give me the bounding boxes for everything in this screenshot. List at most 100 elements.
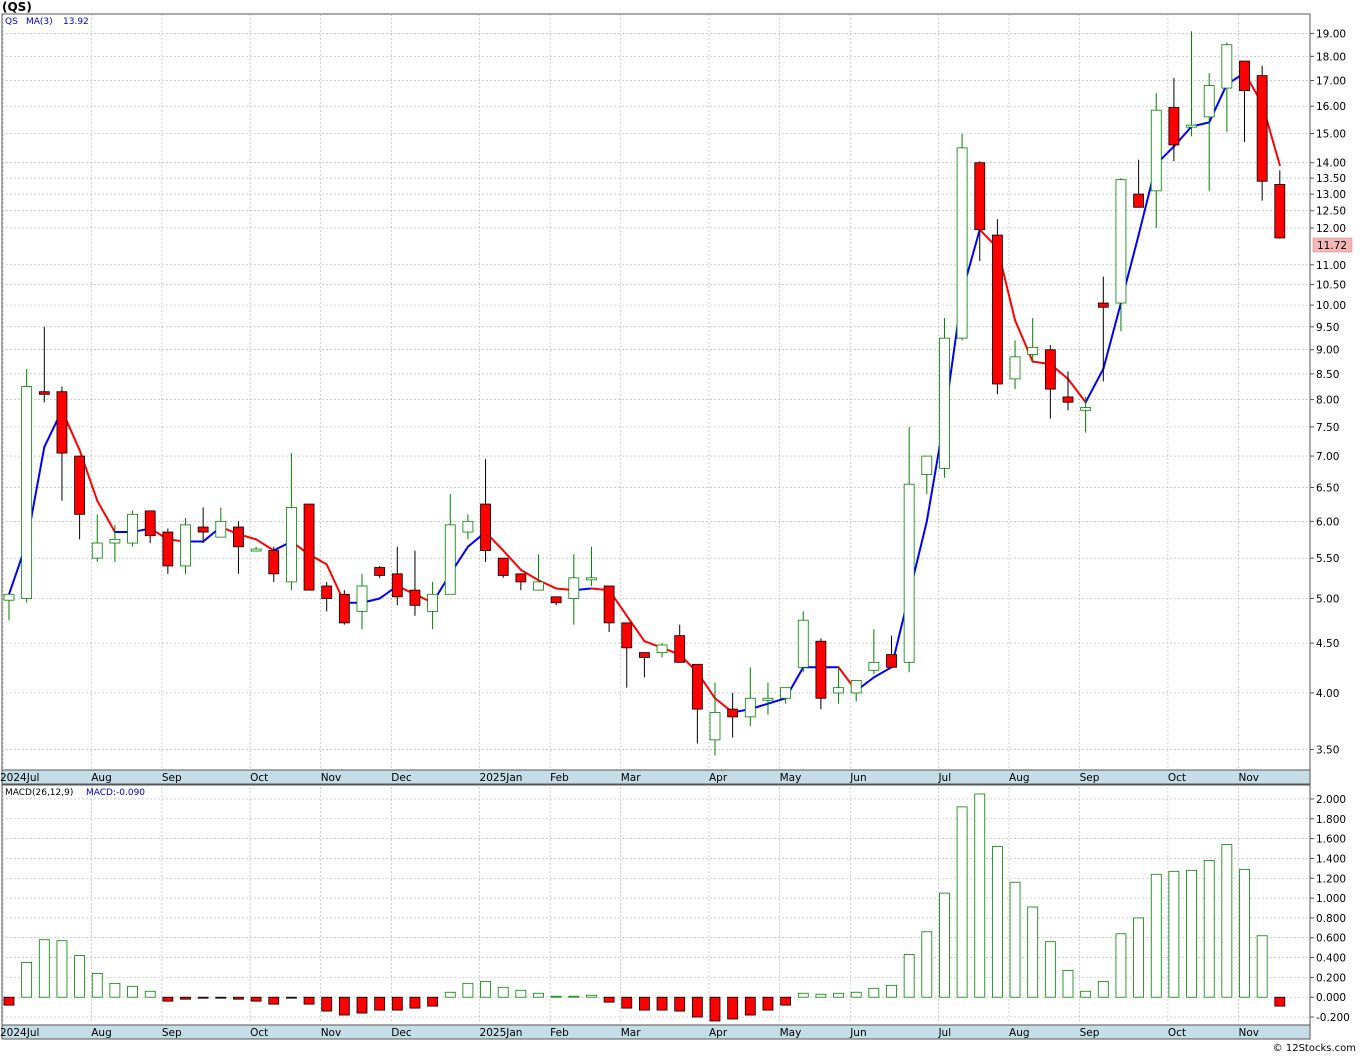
macd-bar bbox=[868, 987, 880, 998]
price-x-label: Aug bbox=[91, 772, 112, 784]
price-tick-label: 14.00 bbox=[1316, 158, 1346, 170]
macd-bar bbox=[268, 996, 280, 1005]
macd-bar bbox=[992, 846, 1003, 998]
price-x-label: Apr bbox=[709, 772, 728, 784]
price-x-label: Sep bbox=[1080, 772, 1100, 784]
copyright: © 12Stocks.com bbox=[1273, 1043, 1356, 1054]
candle-body bbox=[744, 697, 756, 718]
macd-x-label: 2024Jul bbox=[0, 1027, 39, 1039]
macd-tick-label: 1.600 bbox=[1316, 834, 1346, 846]
candle-body bbox=[127, 513, 138, 544]
macd-bar bbox=[162, 996, 174, 1002]
candle-body bbox=[1274, 184, 1286, 239]
candle-body bbox=[233, 526, 244, 548]
candle-body bbox=[144, 510, 156, 537]
last-price-label: 11.72 bbox=[1317, 240, 1347, 252]
macd-tick-label: 0.000 bbox=[1316, 992, 1346, 1004]
legend-ma-value: 13.92 bbox=[63, 17, 89, 27]
candle-body bbox=[285, 507, 297, 583]
price-tick-label: 18.00 bbox=[1316, 51, 1346, 63]
macd-bar bbox=[444, 991, 456, 998]
price-tick-label: 12.00 bbox=[1316, 223, 1346, 235]
price-tick-label: 4.50 bbox=[1316, 638, 1339, 650]
candle-body bbox=[833, 687, 844, 694]
macd-bar bbox=[780, 996, 791, 1006]
price-tick-label: 11.00 bbox=[1316, 260, 1346, 272]
candle-body bbox=[215, 520, 227, 538]
macd-bar bbox=[515, 989, 527, 998]
candle-body bbox=[303, 503, 315, 591]
candle-body bbox=[1203, 85, 1215, 118]
candle bbox=[338, 590, 350, 625]
candle-body bbox=[1115, 179, 1127, 304]
price-tick-label: 8.00 bbox=[1316, 395, 1339, 407]
macd-bar bbox=[1009, 881, 1021, 998]
macd-bar bbox=[303, 996, 315, 1005]
macd-bar bbox=[38, 939, 50, 998]
price-tick-label: 15.00 bbox=[1316, 129, 1346, 141]
macd-bar bbox=[621, 996, 633, 1009]
price-tick-label: 9.50 bbox=[1316, 322, 1339, 334]
macd-tick-label: 0.400 bbox=[1316, 953, 1346, 965]
macd-bar bbox=[1044, 941, 1056, 998]
candle-body bbox=[939, 337, 950, 469]
candle-body bbox=[91, 542, 103, 559]
price-x-label: Oct bbox=[1168, 772, 1186, 784]
macd-bar bbox=[1274, 996, 1286, 1007]
macd-x-label: Aug bbox=[91, 1027, 112, 1039]
candle-body bbox=[621, 622, 633, 649]
candle-body bbox=[1239, 60, 1250, 92]
macd-x-label: Sep bbox=[1080, 1027, 1100, 1039]
candle-body bbox=[3, 593, 15, 601]
price-x-label: Sep bbox=[162, 772, 182, 784]
macd-bar bbox=[321, 996, 333, 1012]
candle-body bbox=[797, 619, 809, 668]
macd-x-label: Jun bbox=[849, 1027, 866, 1039]
candle-body bbox=[321, 585, 333, 599]
macd-bar bbox=[250, 996, 262, 1002]
price-x-label: Jul bbox=[937, 772, 951, 784]
macd-bar bbox=[727, 996, 739, 1020]
price-tick-label: 13.50 bbox=[1316, 173, 1346, 185]
price-panel bbox=[1, 13, 1311, 771]
macd-bar bbox=[56, 940, 68, 998]
candle-body bbox=[21, 386, 33, 599]
macd-bar bbox=[427, 996, 439, 1007]
macd-x-label: Nov bbox=[321, 1027, 342, 1039]
candle-body bbox=[1221, 44, 1233, 89]
price-tick-label: 6.50 bbox=[1316, 482, 1339, 494]
chart-canvas: (QS) 19.00 18.00 17.00 16.00 15.00 14.00 13.50… bbox=[0, 0, 1356, 1054]
price-x-label: Jun bbox=[849, 772, 866, 784]
candle-body bbox=[374, 567, 386, 576]
price-tick-label: 4.00 bbox=[1316, 688, 1339, 700]
macd-tick-label: 0.200 bbox=[1316, 972, 1346, 984]
candle-body bbox=[762, 697, 774, 701]
price-tick-label: 19.00 bbox=[1316, 28, 1346, 40]
candle-body bbox=[921, 455, 933, 476]
candle-body bbox=[1150, 109, 1162, 192]
candle-body bbox=[691, 663, 703, 710]
candle-body bbox=[356, 585, 368, 612]
legend-ma-label: MA(3) bbox=[26, 17, 53, 27]
macd-bar bbox=[639, 996, 650, 1011]
macd-bar bbox=[374, 996, 386, 1011]
macd-x-label: Apr bbox=[709, 1027, 728, 1039]
candle-body bbox=[391, 573, 403, 598]
macd-tick-label: 0.600 bbox=[1316, 933, 1346, 945]
macd-bar bbox=[1150, 873, 1162, 998]
price-x-label: Mar bbox=[621, 772, 641, 784]
macd-x-label: Dec bbox=[391, 1027, 412, 1039]
macd-bar bbox=[903, 954, 915, 998]
macd-bar bbox=[1256, 935, 1268, 998]
macd-bar bbox=[109, 982, 121, 998]
candle-body bbox=[162, 531, 174, 567]
candle-body bbox=[409, 589, 421, 606]
price-date-axis bbox=[1, 769, 1311, 785]
macd-x-label: Jul bbox=[937, 1027, 951, 1039]
candle bbox=[956, 133, 968, 341]
macd-bar bbox=[1168, 870, 1180, 998]
macd-bar bbox=[886, 984, 897, 998]
candle-body bbox=[1168, 107, 1180, 146]
candle bbox=[815, 638, 827, 710]
macd-bar bbox=[127, 985, 138, 998]
